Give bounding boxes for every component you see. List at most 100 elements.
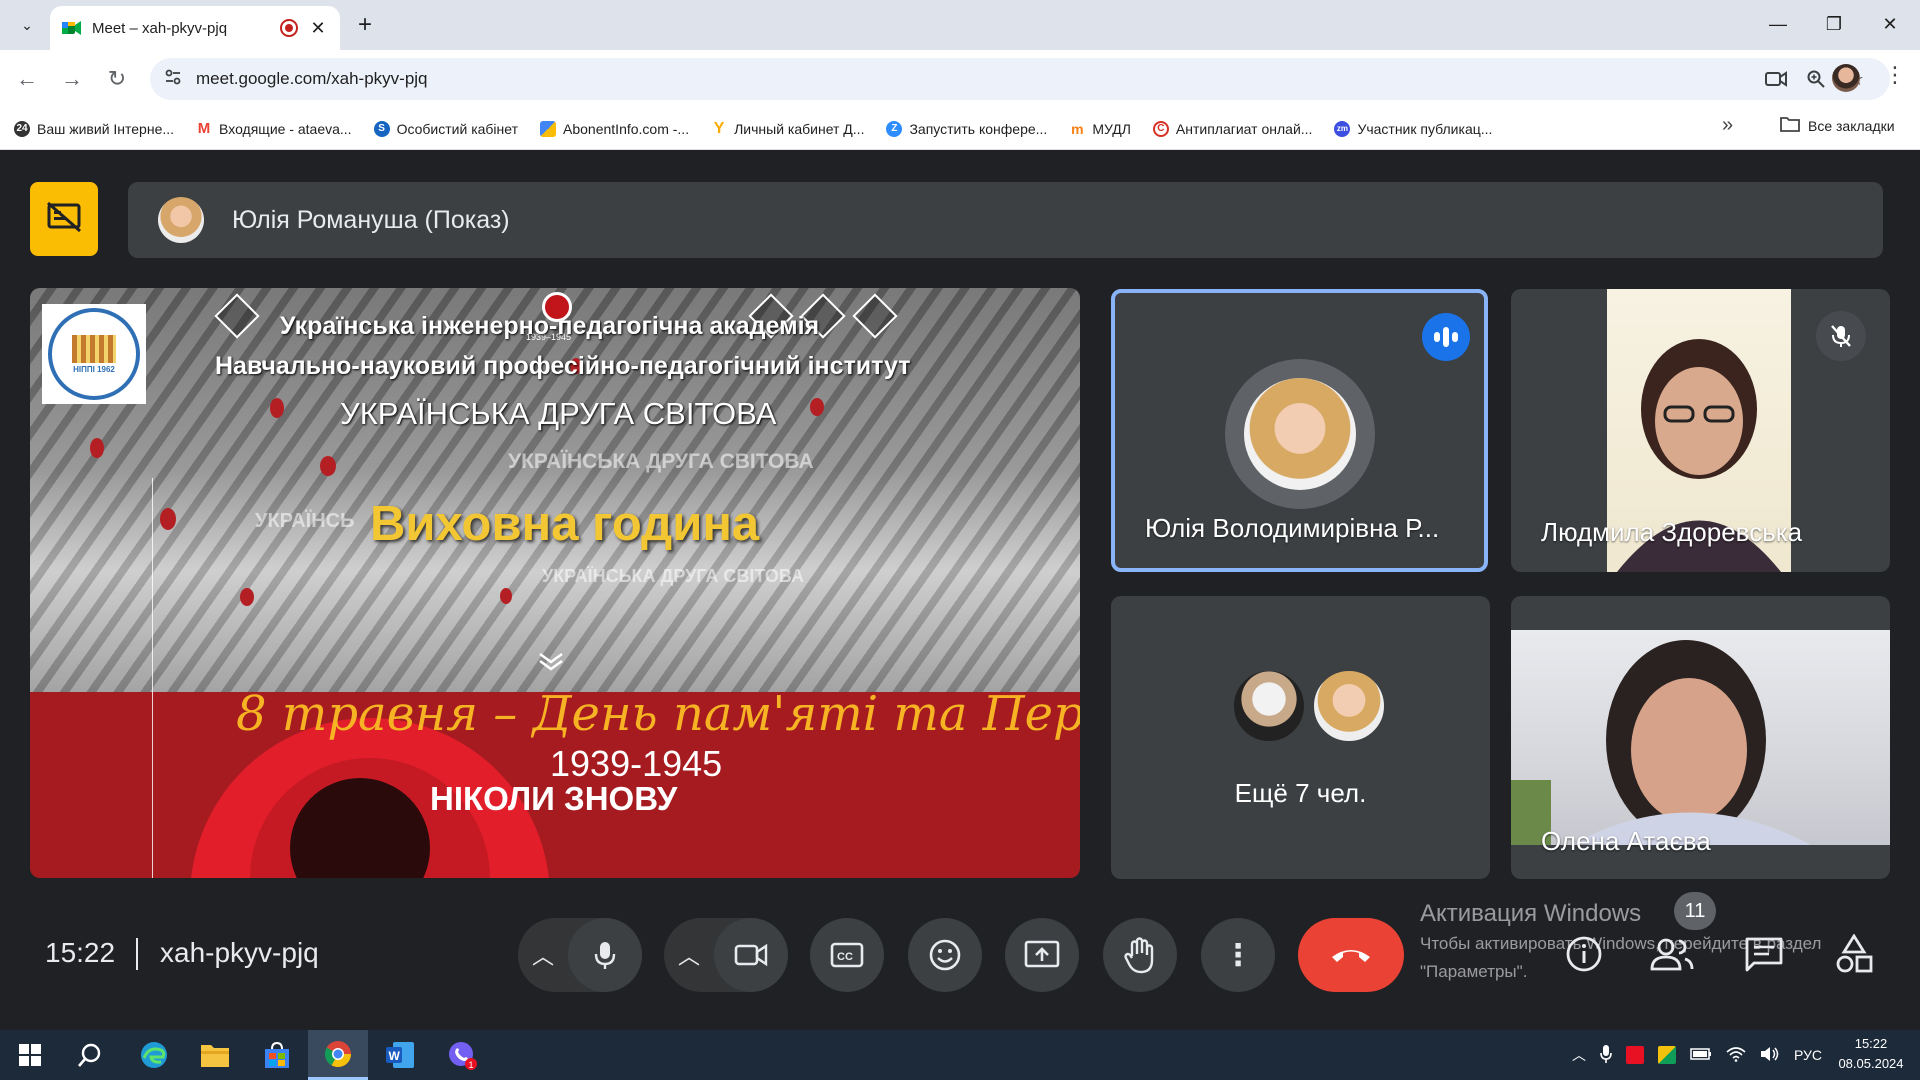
taskbar-viber[interactable]: 1 [432, 1030, 492, 1080]
swirl-icon: S [373, 120, 390, 137]
restore-window-button[interactable]: ❐ [1806, 0, 1862, 48]
chat-button[interactable] [1740, 930, 1788, 978]
bookmark-item[interactable]: M Входящие - ataeva... [196, 120, 352, 137]
more-bookmarks-icon[interactable]: » [1722, 114, 1733, 137]
present-screen-button[interactable] [1005, 918, 1079, 992]
poppy-decoration [810, 398, 824, 416]
windows-logo-icon [19, 1044, 41, 1066]
start-button[interactable] [0, 1030, 60, 1080]
bookmark-item[interactable]: S Особистий кабінет [373, 120, 518, 137]
new-tab-button[interactable]: + [350, 10, 380, 40]
back-button[interactable]: ← [10, 62, 44, 96]
minimize-window-button[interactable]: — [1750, 0, 1806, 48]
taskbar-search-button[interactable] [60, 1030, 120, 1080]
profile-avatar[interactable] [1832, 64, 1860, 92]
viber-icon: 1 [449, 1042, 477, 1070]
folder-icon [1780, 116, 1800, 135]
more-options-icon[interactable]: ⋮ [1201, 918, 1275, 992]
bookmark-item[interactable]: zm Участник публикац... [1334, 120, 1492, 137]
bookmarks-bar: 24 Ваш живий Інтерне... M Входящие - ata… [0, 108, 1920, 150]
reactions-button[interactable] [908, 918, 982, 992]
bookmark-item[interactable]: Y Личный кабинет Д... [711, 120, 865, 137]
close-tab-icon[interactable]: ✕ [308, 18, 328, 39]
stop-presenting-button[interactable] [30, 182, 98, 256]
participant-tile-lyudmyla[interactable]: Людмила Здоревська [1511, 289, 1890, 572]
more-participants-tile[interactable]: Ещё 7 чел. [1111, 596, 1490, 879]
zoom-icon: Z [886, 120, 903, 137]
taskbar-clock[interactable]: 15:22 08.05.2024 [1828, 1034, 1914, 1074]
url-text: meet.google.com/xah-pkyv-pjq [196, 69, 428, 88]
video-options-chevron-icon[interactable]: ︿ [664, 939, 714, 971]
edge-icon [141, 1042, 167, 1068]
tray-microphone-icon[interactable] [1600, 1044, 1612, 1067]
slide-years: 1939-1945 [550, 743, 723, 784]
people-button[interactable] [1648, 930, 1696, 978]
tab-title: Meet – xah-pkyv-pjq [92, 19, 228, 37]
participant-avatar [1311, 668, 1387, 744]
tray-overflow-chevron-icon[interactable]: ︿ [1572, 1045, 1586, 1065]
bookmark-item[interactable]: AbonentInfo.com -... [540, 120, 689, 137]
moodle-icon: m [1071, 120, 1084, 137]
tab-meet[interactable]: Meet – xah-pkyv-pjq ✕ [50, 6, 340, 50]
presenter-name: Юлія Романуша (Показ) [232, 205, 510, 234]
closed-captions-icon: CC [830, 942, 864, 968]
svg-text:CC: CC [837, 951, 853, 963]
captions-button[interactable]: CC [810, 918, 884, 992]
browser-menu-icon[interactable]: ⋮ [1880, 62, 1910, 92]
camera-in-use-icon[interactable] [1756, 64, 1796, 94]
24-icon: 24 [14, 120, 30, 137]
copyright-icon: C [1152, 120, 1169, 137]
taskbar-chrome[interactable] [308, 1030, 368, 1080]
volume-icon[interactable] [1760, 1046, 1780, 1065]
participant-tile-olena[interactable]: Олена Атаєва [1511, 596, 1890, 879]
reload-button[interactable]: ↻ [100, 62, 134, 96]
bookmark-item[interactable]: m МУДЛ [1069, 121, 1131, 137]
leave-call-button[interactable] [1298, 918, 1404, 992]
close-window-button[interactable]: ✕ [1862, 0, 1918, 48]
bookmark-item[interactable]: Z Запустить конфере... [886, 120, 1047, 137]
zoom-icon[interactable] [1796, 64, 1836, 94]
participant-name: Юлія Володимирівна Р... [1145, 513, 1440, 543]
slide-wall-background [30, 288, 1080, 692]
site-info-icon[interactable] [164, 68, 182, 91]
audio-options-chevron-icon[interactable]: ︿ [518, 939, 568, 971]
audio-control-group: ︿ [518, 918, 642, 992]
academy-building-icon [72, 334, 116, 363]
participant-tile-yulia[interactable]: Юлія Володимирівна Р... [1111, 289, 1488, 572]
slide-academy-name: Українська інженерно-педагогічна академі… [280, 312, 820, 340]
participant-name: Людмила Здоревська [1541, 517, 1803, 547]
tab-search-dropdown-icon[interactable]: ⌄ [12, 10, 42, 40]
camera-button[interactable] [714, 918, 788, 992]
raise-hand-button[interactable] [1103, 918, 1177, 992]
taskbar-file-explorer[interactable] [185, 1030, 245, 1080]
taskbar-word[interactable]: W [370, 1030, 430, 1080]
folder-icon [201, 1045, 229, 1067]
tray-app-icon[interactable] [1626, 1046, 1644, 1064]
participant-avatar-ring [1225, 359, 1375, 509]
activities-button[interactable] [1830, 930, 1878, 978]
wifi-icon[interactable] [1726, 1046, 1746, 1065]
all-bookmarks-button[interactable]: Все закладки [1780, 116, 1895, 135]
address-bar[interactable]: meet.google.com/xah-pkyv-pjq ☆ [150, 58, 1890, 100]
taskbar-store[interactable] [247, 1030, 307, 1080]
tray-app-icon[interactable] [1658, 1046, 1676, 1064]
google-meet-icon [62, 20, 82, 36]
taskbar-edge[interactable] [124, 1030, 184, 1080]
battery-icon[interactable] [1690, 1047, 1712, 1063]
participant-video [1511, 630, 1890, 845]
microphone-button[interactable] [568, 918, 642, 992]
bookmark-item[interactable]: C Антиплагиат онлай... [1152, 120, 1312, 137]
forward-button[interactable]: → [55, 62, 89, 96]
chrome-icon [324, 1040, 352, 1067]
participants-count-badge: 11 [1674, 892, 1716, 930]
mic-muted-icon [1816, 311, 1866, 361]
input-language[interactable]: РУС [1794, 1047, 1822, 1063]
system-tray: ︿ РУС [1572, 1030, 1822, 1080]
gmail-icon: M [197, 120, 211, 137]
search-icon [78, 1043, 101, 1067]
clock-separator [136, 938, 138, 970]
meeting-details-button[interactable] [1560, 930, 1608, 978]
poppy-decoration [90, 438, 104, 458]
participant-avatar [1244, 378, 1356, 490]
bookmark-item[interactable]: 24 Ваш живий Інтерне... [14, 120, 174, 137]
